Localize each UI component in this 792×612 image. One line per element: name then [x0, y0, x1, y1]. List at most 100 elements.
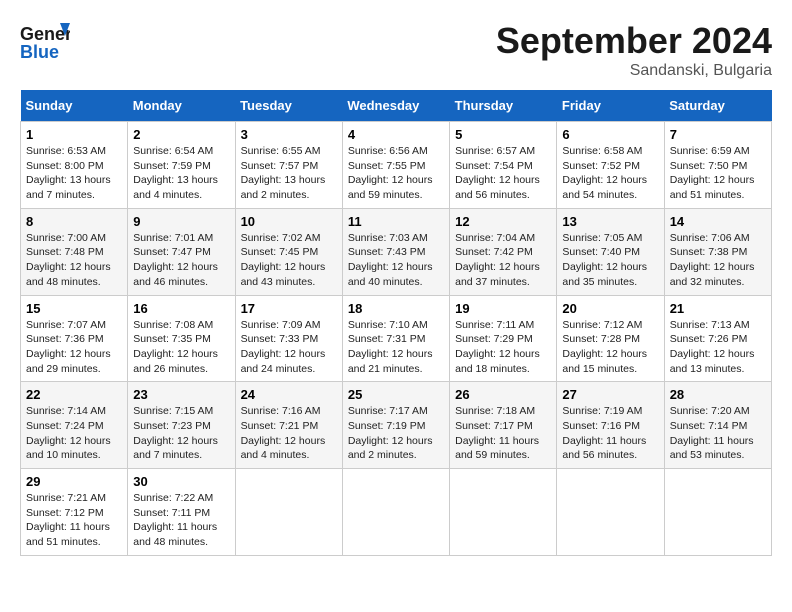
- day-number: 8: [26, 214, 122, 229]
- day-number: 5: [455, 127, 551, 142]
- calendar-day-cell: 1Sunrise: 6:53 AM Sunset: 8:00 PM Daylig…: [21, 122, 128, 209]
- calendar-day-cell: 2 Sunrise: 6:54 AM Sunset: 7:59 PM Daylig…: [128, 122, 235, 209]
- calendar-day-cell: 18 Sunrise: 7:10 AM Sunset: 7:31 PM Dayli…: [342, 295, 449, 382]
- day-number: 11: [348, 214, 444, 229]
- day-info: Sunrise: 6:55 AM Sunset: 7:57 PM Dayligh…: [241, 144, 337, 203]
- day-info: Sunrise: 7:10 AM Sunset: 7:31 PM Dayligh…: [348, 318, 444, 377]
- day-info: Sunrise: 7:12 AM Sunset: 7:28 PM Dayligh…: [562, 318, 658, 377]
- logo-icon: General Blue: [20, 20, 70, 70]
- day-info: Sunrise: 7:18 AM Sunset: 7:17 PM Dayligh…: [455, 404, 551, 463]
- day-info: Sunrise: 7:13 AM Sunset: 7:26 PM Dayligh…: [670, 318, 766, 377]
- calendar-header-row: SundayMondayTuesdayWednesdayThursdayFrid…: [21, 90, 772, 122]
- svg-text:Blue: Blue: [20, 42, 59, 62]
- calendar-day-cell: [450, 469, 557, 556]
- calendar-day-cell: 12Sunrise: 7:04 AM Sunset: 7:42 PM Dayli…: [450, 208, 557, 295]
- calendar-day-cell: 3 Sunrise: 6:55 AM Sunset: 7:57 PM Daylig…: [235, 122, 342, 209]
- day-number: 22: [26, 387, 122, 402]
- calendar-table: SundayMondayTuesdayWednesdayThursdayFrid…: [20, 90, 772, 556]
- calendar-day-cell: 4 Sunrise: 6:56 AM Sunset: 7:55 PM Daylig…: [342, 122, 449, 209]
- day-number: 30: [133, 474, 229, 489]
- day-number: 23: [133, 387, 229, 402]
- calendar-day-cell: 26 Sunrise: 7:18 AM Sunset: 7:17 PM Dayli…: [450, 382, 557, 469]
- calendar-day-cell: [342, 469, 449, 556]
- day-info: Sunrise: 6:59 AM Sunset: 7:50 PM Dayligh…: [670, 144, 766, 203]
- day-info: Sunrise: 7:09 AM Sunset: 7:33 PM Dayligh…: [241, 318, 337, 377]
- day-number: 18: [348, 301, 444, 316]
- day-number: 26: [455, 387, 551, 402]
- day-info: Sunrise: 7:15 AM Sunset: 7:23 PM Dayligh…: [133, 404, 229, 463]
- day-info: Sunrise: 7:08 AM Sunset: 7:35 PM Dayligh…: [133, 318, 229, 377]
- day-number: 7: [670, 127, 766, 142]
- day-info: Sunrise: 6:58 AM Sunset: 7:52 PM Dayligh…: [562, 144, 658, 203]
- day-number: 6: [562, 127, 658, 142]
- calendar-day-cell: 20 Sunrise: 7:12 AM Sunset: 7:28 PM Dayli…: [557, 295, 664, 382]
- page-header: General Blue September 2024 Sandanski, B…: [20, 20, 772, 80]
- day-number: 15: [26, 301, 122, 316]
- day-of-week-header: Tuesday: [235, 90, 342, 122]
- calendar-week-row: 1Sunrise: 6:53 AM Sunset: 8:00 PM Daylig…: [21, 122, 772, 209]
- day-number: 27: [562, 387, 658, 402]
- calendar-day-cell: [557, 469, 664, 556]
- calendar-week-row: 8 Sunrise: 7:00 AM Sunset: 7:48 PM Daylig…: [21, 208, 772, 295]
- calendar-day-cell: 13 Sunrise: 7:05 AM Sunset: 7:40 PM Dayli…: [557, 208, 664, 295]
- day-info: Sunrise: 7:01 AM Sunset: 7:47 PM Dayligh…: [133, 231, 229, 290]
- calendar-day-cell: 5 Sunrise: 6:57 AM Sunset: 7:54 PM Daylig…: [450, 122, 557, 209]
- day-number: 21: [670, 301, 766, 316]
- day-info: Sunrise: 7:05 AM Sunset: 7:40 PM Dayligh…: [562, 231, 658, 290]
- calendar-day-cell: 22 Sunrise: 7:14 AM Sunset: 7:24 PM Dayli…: [21, 382, 128, 469]
- day-of-week-header: Wednesday: [342, 90, 449, 122]
- month-title: September 2024: [496, 20, 772, 62]
- day-of-week-header: Friday: [557, 90, 664, 122]
- calendar-day-cell: 28Sunrise: 7:20 AM Sunset: 7:14 PM Dayli…: [664, 382, 771, 469]
- calendar-day-cell: 11 Sunrise: 7:03 AM Sunset: 7:43 PM Dayli…: [342, 208, 449, 295]
- day-of-week-header: Monday: [128, 90, 235, 122]
- day-number: 14: [670, 214, 766, 229]
- day-number: 3: [241, 127, 337, 142]
- day-info: Sunrise: 7:03 AM Sunset: 7:43 PM Dayligh…: [348, 231, 444, 290]
- logo: General Blue: [20, 20, 70, 70]
- day-number: 13: [562, 214, 658, 229]
- title-section: September 2024 Sandanski, Bulgaria: [496, 20, 772, 80]
- day-number: 17: [241, 301, 337, 316]
- day-info: Sunrise: 6:54 AM Sunset: 7:59 PM Dayligh…: [133, 144, 229, 203]
- day-number: 20: [562, 301, 658, 316]
- calendar-week-row: 15Sunrise: 7:07 AM Sunset: 7:36 PM Dayli…: [21, 295, 772, 382]
- day-info: Sunrise: 6:57 AM Sunset: 7:54 PM Dayligh…: [455, 144, 551, 203]
- day-number: 10: [241, 214, 337, 229]
- day-info: Sunrise: 7:16 AM Sunset: 7:21 PM Dayligh…: [241, 404, 337, 463]
- day-number: 19: [455, 301, 551, 316]
- day-number: 16: [133, 301, 229, 316]
- calendar-day-cell: 7 Sunrise: 6:59 AM Sunset: 7:50 PM Daylig…: [664, 122, 771, 209]
- day-number: 29: [26, 474, 122, 489]
- day-info: Sunrise: 6:56 AM Sunset: 7:55 PM Dayligh…: [348, 144, 444, 203]
- day-of-week-header: Thursday: [450, 90, 557, 122]
- day-number: 12: [455, 214, 551, 229]
- day-info: Sunrise: 7:06 AM Sunset: 7:38 PM Dayligh…: [670, 231, 766, 290]
- calendar-day-cell: 27Sunrise: 7:19 AM Sunset: 7:16 PM Dayli…: [557, 382, 664, 469]
- calendar-week-row: 29Sunrise: 7:21 AM Sunset: 7:12 PM Dayli…: [21, 469, 772, 556]
- day-info: Sunrise: 7:17 AM Sunset: 7:19 PM Dayligh…: [348, 404, 444, 463]
- calendar-day-cell: [664, 469, 771, 556]
- calendar-week-row: 22 Sunrise: 7:14 AM Sunset: 7:24 PM Dayli…: [21, 382, 772, 469]
- day-number: 25: [348, 387, 444, 402]
- day-info: Sunrise: 7:20 AM Sunset: 7:14 PM Dayligh…: [670, 404, 766, 463]
- calendar-day-cell: 10Sunrise: 7:02 AM Sunset: 7:45 PM Dayli…: [235, 208, 342, 295]
- calendar-day-cell: 6 Sunrise: 6:58 AM Sunset: 7:52 PM Daylig…: [557, 122, 664, 209]
- calendar-day-cell: [235, 469, 342, 556]
- day-info: Sunrise: 7:22 AM Sunset: 7:11 PM Dayligh…: [133, 491, 229, 550]
- day-number: 9: [133, 214, 229, 229]
- calendar-day-cell: 25 Sunrise: 7:17 AM Sunset: 7:19 PM Dayli…: [342, 382, 449, 469]
- calendar-day-cell: 19Sunrise: 7:11 AM Sunset: 7:29 PM Dayli…: [450, 295, 557, 382]
- day-number: 24: [241, 387, 337, 402]
- calendar-day-cell: 15Sunrise: 7:07 AM Sunset: 7:36 PM Dayli…: [21, 295, 128, 382]
- calendar-day-cell: 9 Sunrise: 7:01 AM Sunset: 7:47 PM Daylig…: [128, 208, 235, 295]
- day-number: 4: [348, 127, 444, 142]
- day-info: Sunrise: 7:00 AM Sunset: 7:48 PM Dayligh…: [26, 231, 122, 290]
- calendar-day-cell: 17 Sunrise: 7:09 AM Sunset: 7:33 PM Dayli…: [235, 295, 342, 382]
- calendar-day-cell: 14 Sunrise: 7:06 AM Sunset: 7:38 PM Dayli…: [664, 208, 771, 295]
- day-of-week-header: Sunday: [21, 90, 128, 122]
- day-number: 1: [26, 127, 122, 142]
- day-number: 2: [133, 127, 229, 142]
- day-info: Sunrise: 7:14 AM Sunset: 7:24 PM Dayligh…: [26, 404, 122, 463]
- calendar-day-cell: 30 Sunrise: 7:22 AM Sunset: 7:11 PM Dayli…: [128, 469, 235, 556]
